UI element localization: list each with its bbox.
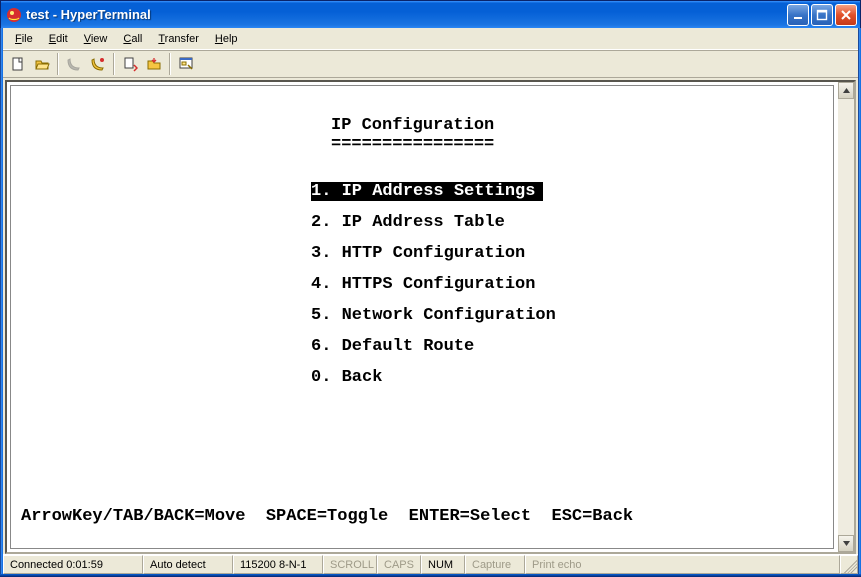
terminal-menu-item: 3. HTTP Configuration — [311, 244, 823, 263]
status-scroll: SCROLL — [323, 555, 377, 574]
menu-bar: File Edit View Call Transfer Help — [3, 28, 858, 50]
terminal-output[interactable]: IP Configuration ================ 1. IP … — [10, 85, 834, 549]
terminal-menu-item: 4. HTTPS Configuration — [311, 275, 823, 294]
send-button[interactable] — [119, 53, 141, 75]
menu-view[interactable]: View — [76, 31, 116, 47]
close-button[interactable] — [835, 4, 857, 26]
scroll-track[interactable] — [838, 99, 854, 535]
status-caps: CAPS — [377, 555, 421, 574]
status-bar: Connected 0:01:59 Auto detect 115200 8-N… — [3, 554, 858, 574]
receive-button[interactable] — [143, 53, 165, 75]
open-button[interactable] — [31, 53, 53, 75]
status-connected: Connected 0:01:59 — [3, 555, 143, 574]
properties-button[interactable] — [175, 53, 197, 75]
terminal-help-line: ArrowKey/TAB/BACK=Move SPACE=Toggle ENTE… — [21, 507, 633, 526]
status-autodetect: Auto detect — [143, 555, 233, 574]
call-button[interactable] — [63, 53, 85, 75]
window-title: test - HyperTerminal — [26, 7, 787, 22]
hangup-button[interactable] — [87, 53, 109, 75]
menu-call[interactable]: Call — [115, 31, 150, 47]
app-icon — [6, 7, 22, 23]
status-capture: Capture — [465, 555, 525, 574]
toolbar — [3, 50, 858, 78]
terminal-menu-list: 1. IP Address Settings 2. IP Address Tabl… — [311, 182, 823, 387]
terminal-menu-item: 5. Network Configuration — [311, 306, 823, 325]
scroll-up-button[interactable] — [838, 82, 854, 99]
title-bar: test - HyperTerminal — [0, 0, 861, 28]
vertical-scrollbar[interactable] — [837, 82, 854, 552]
terminal-menu-item: 0. Back — [311, 368, 823, 387]
terminal-menu-item: 1. IP Address Settings — [311, 182, 543, 201]
menu-file[interactable]: File — [7, 31, 41, 47]
scroll-down-button[interactable] — [838, 535, 854, 552]
resize-grip[interactable] — [840, 555, 858, 574]
minimize-button[interactable] — [787, 4, 809, 26]
terminal-title: IP Configuration — [331, 116, 823, 135]
terminal-container: IP Configuration ================ 1. IP … — [5, 80, 856, 554]
terminal-menu-item: 6. Default Route — [311, 337, 823, 356]
maximize-button[interactable] — [811, 4, 833, 26]
terminal-title-underline: ================ — [331, 135, 823, 154]
menu-edit[interactable]: Edit — [41, 31, 76, 47]
terminal-menu-item: 2. IP Address Table — [311, 213, 823, 232]
new-button[interactable] — [7, 53, 29, 75]
menu-transfer[interactable]: Transfer — [150, 31, 207, 47]
menu-help[interactable]: Help — [207, 31, 246, 47]
status-num: NUM — [421, 555, 465, 574]
status-print-echo: Print echo — [525, 555, 840, 574]
status-port: 115200 8-N-1 — [233, 555, 323, 574]
